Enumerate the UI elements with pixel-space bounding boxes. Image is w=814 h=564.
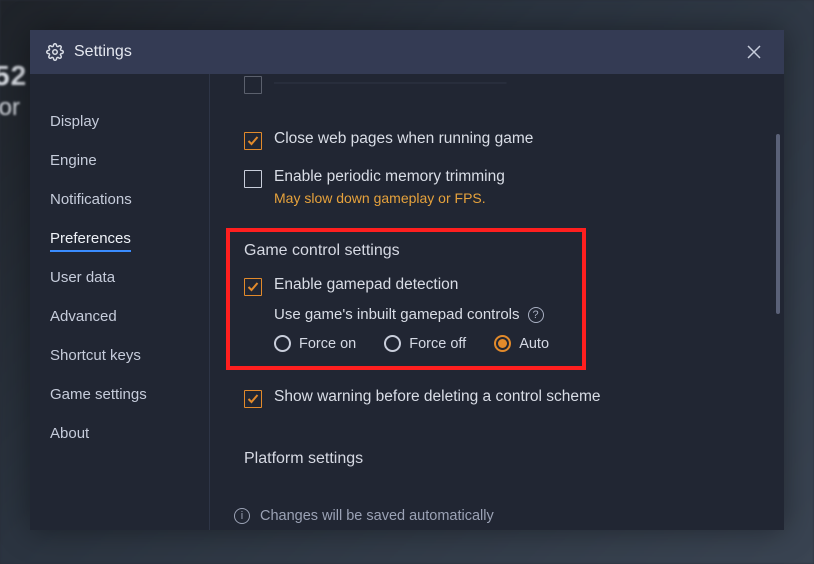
sidebar-item-notifications[interactable]: Notifications [30,180,209,219]
modal-title: Settings [74,43,132,61]
footer-text: Changes will be saved automatically [260,508,494,524]
close-web-pages-checkbox[interactable] [244,132,262,150]
sidebar-item-about[interactable]: About [30,414,209,453]
sidebar-item-game-settings[interactable]: Game settings [30,375,209,414]
settings-modal: Settings Display Engine Notifications Pr… [30,30,784,530]
sidebar-item-label: About [50,425,89,442]
sidebar-item-advanced[interactable]: Advanced [30,297,209,336]
radio-icon [494,335,511,352]
gear-icon [46,43,64,61]
sidebar-item-label: Notifications [50,191,132,208]
checkbox[interactable] [244,76,262,94]
highlighted-section: Game control settings Enable gamepad det… [226,228,586,370]
radio-icon [384,335,401,352]
radio-auto[interactable]: Auto [494,335,549,352]
inbuilt-gamepad-label: Use game's inbuilt gamepad controls [274,306,520,323]
titlebar: Settings [30,30,784,74]
gamepad-detection-checkbox[interactable] [244,278,262,296]
sidebar-item-label: User data [50,269,115,286]
radio-label: Auto [519,336,549,352]
sidebar-item-label: Advanced [50,308,117,325]
gamepad-radio-group: Force on Force off Auto [274,335,568,352]
radio-label: Force off [409,336,466,352]
radio-force-on[interactable]: Force on [274,335,356,352]
close-web-pages-label: Close web pages when running game [274,130,533,148]
settings-content: ——————————————— Close web pages when run… [210,74,784,530]
sidebar-item-shortcut-keys[interactable]: Shortcut keys [30,336,209,375]
delete-warning-checkbox[interactable] [244,390,262,408]
sidebar-item-label: Game settings [50,386,147,403]
memory-trimming-row: Enable periodic memory trimming May slow… [244,168,750,206]
sidebar-item-label: Preferences [50,230,131,252]
memory-trimming-label: Enable periodic memory trimming [274,168,505,186]
option-label: ——————————————— [274,74,507,92]
close-button[interactable] [740,38,768,66]
settings-sidebar: Display Engine Notifications Preferences… [30,74,210,530]
sidebar-item-label: Shortcut keys [50,347,141,364]
radio-icon [274,335,291,352]
delete-warning-row: Show warning before deleting a control s… [244,388,750,408]
gamepad-detection-row: Enable gamepad detection [244,276,568,296]
sidebar-item-preferences[interactable]: Preferences [30,219,209,258]
info-icon: i [234,508,250,524]
sidebar-item-label: Engine [50,152,97,169]
game-control-heading: Game control settings [244,242,568,260]
radio-force-off[interactable]: Force off [384,335,466,352]
inbuilt-gamepad-row: Use game's inbuilt gamepad controls ? [274,306,568,323]
truncated-option-row: ——————————————— [244,74,750,94]
delete-warning-label: Show warning before deleting a control s… [274,388,601,406]
scrollbar-thumb[interactable] [776,134,780,314]
sidebar-item-label: Display [50,113,99,130]
sidebar-item-user-data[interactable]: User data [30,258,209,297]
radio-label: Force on [299,336,356,352]
sidebar-item-engine[interactable]: Engine [30,141,209,180]
sidebar-item-display[interactable]: Display [30,102,209,141]
gamepad-detection-label: Enable gamepad detection [274,276,458,294]
memory-trimming-warning: May slow down gameplay or FPS. [274,190,505,206]
footer-note: i Changes will be saved automatically [234,508,750,524]
help-icon[interactable]: ? [528,307,544,323]
close-web-pages-row: Close web pages when running game [244,130,750,150]
platform-heading: Platform settings [244,450,750,468]
memory-trimming-checkbox[interactable] [244,170,262,188]
